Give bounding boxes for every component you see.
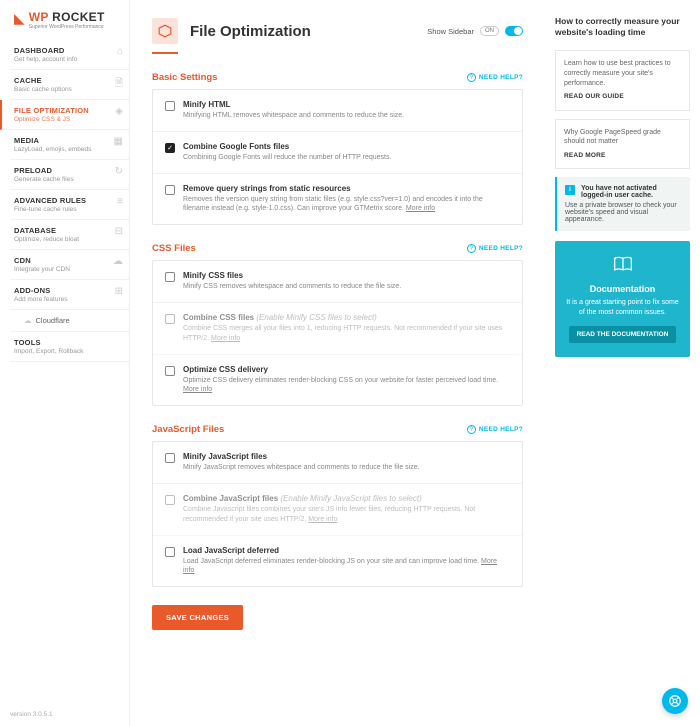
help-fab[interactable]: [662, 688, 688, 714]
sidebar-item-dashboard[interactable]: DASHBOARDGet help, account info⌂: [10, 40, 129, 70]
nav-icon: ☁: [113, 256, 123, 267]
opt-minify-js[interactable]: Minify JavaScript filesMinify JavaScript…: [153, 442, 522, 484]
opt-query-strings[interactable]: Remove query strings from static resourc…: [153, 174, 522, 225]
sidebar-item-cloudflare[interactable]: ☁Cloudflare: [10, 310, 129, 332]
help-icon: ?: [467, 244, 476, 253]
sidebar-item-cdn[interactable]: CDNIntegrate your CDN☁: [10, 250, 129, 280]
sidebar-item-media[interactable]: MEDIALazyLoad, emojis, embeds▦: [10, 130, 129, 160]
nav-icon: ▦: [114, 136, 123, 147]
nav-icon: ↻: [115, 166, 123, 177]
help-icon: ?: [467, 73, 476, 82]
read-documentation-button[interactable]: READ THE DOCUMENTATION: [569, 326, 677, 343]
file-opt-icon: [152, 18, 178, 44]
show-sidebar-toggle[interactable]: Show Sidebar ON: [427, 26, 523, 36]
checkbox-checked-icon: ✓: [165, 143, 175, 153]
nav-icon: ◈: [115, 106, 123, 117]
opt-combine-js: Combine JavaScript files (Enable Minify …: [153, 484, 522, 536]
opt-combine-fonts[interactable]: ✓Combine Google Fonts filesCombining Goo…: [153, 132, 522, 174]
read-more-link: READ MORE: [564, 151, 681, 160]
need-help-link[interactable]: ?NEED HELP?: [467, 244, 523, 253]
opt-defer-js[interactable]: Load JavaScript deferredLoad JavaScript …: [153, 536, 522, 587]
save-button[interactable]: SAVE CHANGES: [152, 605, 243, 630]
rocket-icon: ◣: [14, 10, 25, 27]
right-title: How to correctly measure your website's …: [555, 16, 690, 38]
book-icon: [565, 255, 680, 278]
opt-minify-css[interactable]: Minify CSS filesMinify CSS removes white…: [153, 261, 522, 303]
sidebar-item-database[interactable]: DATABASEOptimize, reduce bloat⊟: [10, 220, 129, 250]
sidebar-item-add-ons[interactable]: ADD-ONSAdd more features⊞: [10, 280, 129, 310]
sidebar-item-file-optimization[interactable]: FILE OPTIMIZATIONOptimize CSS & JS◈: [0, 100, 129, 130]
documentation-card: Documentation It is a great starting poi…: [555, 241, 690, 357]
section-css-title: CSS Files: [152, 243, 196, 254]
nav-icon: 🗎: [115, 76, 123, 93]
opt-combine-css: Combine CSS files (Enable Minify CSS fil…: [153, 303, 522, 355]
sidebar-item-advanced-rules[interactable]: ADVANCED RULESFine-tune cache rules≡: [10, 190, 129, 220]
opt-optimize-css[interactable]: Optimize CSS deliveryOptimize CSS delive…: [153, 355, 522, 406]
need-help-link[interactable]: ?NEED HELP?: [467, 425, 523, 434]
opt-minify-html[interactable]: Minify HTMLMinifying HTML removes whites…: [153, 90, 522, 132]
need-help-link[interactable]: ?NEED HELP?: [467, 73, 523, 82]
more-info-link[interactable]: More info: [183, 386, 212, 393]
sidebar-item-cache[interactable]: CACHEBasic cache options🗎: [10, 70, 129, 100]
pagespeed-card[interactable]: Why Google PageSpeed grade should not ma…: [555, 119, 690, 170]
section-js-title: JavaScript Files: [152, 424, 224, 435]
version-label: version 3.0.5.1: [10, 711, 53, 718]
nav-icon: ⊟: [115, 226, 123, 237]
help-icon: ?: [467, 425, 476, 434]
cloud-icon: ☁: [24, 316, 32, 325]
page-title: File Optimization: [190, 23, 311, 40]
logo: ◣ WP ROCKET Superior WordPress Performan…: [10, 10, 129, 30]
nav-icon: ⊞: [115, 286, 123, 297]
cache-alert: iYou have not activated logged-in user c…: [555, 177, 690, 231]
info-icon: i: [565, 185, 575, 195]
read-guide-link: READ OUR GUIDE: [564, 92, 681, 101]
guide-card[interactable]: Learn how to use best practices to corre…: [555, 50, 690, 110]
toggle-switch: [505, 26, 523, 36]
sidebar-item-preload[interactable]: PRELOADGenerate cache files↻: [10, 160, 129, 190]
section-basic-title: Basic Settings: [152, 72, 217, 83]
more-info-link[interactable]: More info: [406, 205, 435, 212]
sidebar-item-tools[interactable]: TOOLSImport, Export, Rollback: [10, 332, 129, 362]
nav-icon: ⌂: [117, 46, 123, 57]
nav-icon: ≡: [117, 196, 123, 207]
